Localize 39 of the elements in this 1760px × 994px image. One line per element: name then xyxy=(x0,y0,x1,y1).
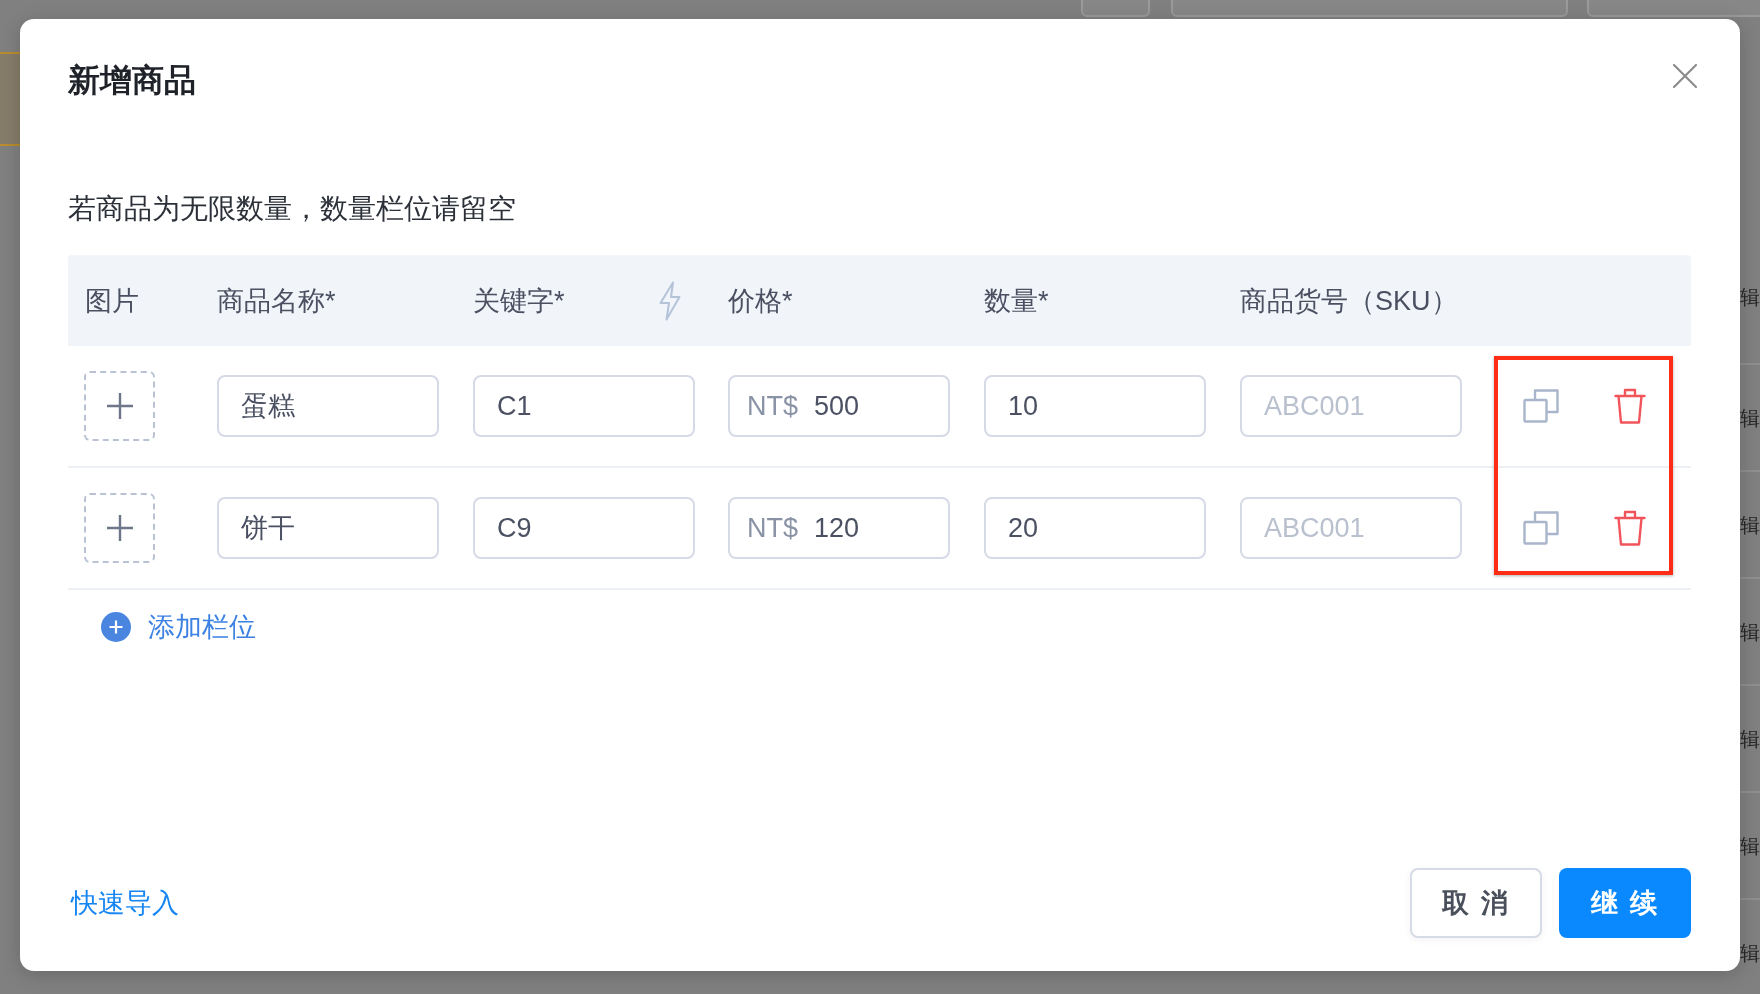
copy-icon[interactable] xyxy=(1523,389,1559,423)
plus-icon xyxy=(106,515,133,541)
lightning-icon[interactable] xyxy=(658,280,682,321)
image-upload-button[interactable] xyxy=(84,493,155,563)
cancel-button[interactable]: 取 消 xyxy=(1410,868,1542,938)
image-upload-button[interactable] xyxy=(84,371,155,441)
column-header: 数量* xyxy=(984,284,1049,318)
trash-icon[interactable] xyxy=(1614,510,1646,546)
background-text: 辑 xyxy=(1740,512,1760,537)
sku-field[interactable]: ABC001 xyxy=(1240,497,1462,559)
background-text: 辑 xyxy=(1740,285,1760,309)
quantity-field[interactable]: 20 xyxy=(984,497,1206,559)
background-text: 辑 xyxy=(1740,405,1760,430)
column-header: 关键字* xyxy=(473,284,565,318)
background-text: 辑 xyxy=(1740,726,1760,751)
column-header: 图片 xyxy=(85,284,139,318)
price-field[interactable]: NT$ 120 xyxy=(728,497,950,559)
plus-circle-icon xyxy=(101,612,131,642)
trash-icon[interactable] xyxy=(1614,388,1646,424)
column-header: 商品货号（SKU） xyxy=(1240,284,1458,318)
background-text: 辑 xyxy=(1740,940,1760,965)
keyword-field[interactable]: C1 xyxy=(473,375,695,437)
close-icon[interactable] xyxy=(1672,63,1698,89)
price-field[interactable]: NT$ 500 xyxy=(728,375,950,437)
name-field[interactable]: 蛋糕 xyxy=(217,375,439,437)
keyword-field[interactable]: C9 xyxy=(473,497,695,559)
background-text: 辑 xyxy=(1740,619,1760,644)
column-header: 商品名称* xyxy=(217,284,336,318)
plus-icon xyxy=(106,393,133,419)
quantity-field[interactable]: 10 xyxy=(984,375,1206,437)
background-text: 辑 xyxy=(1740,833,1760,858)
name-field[interactable]: 饼干 xyxy=(217,497,439,559)
add-row-button[interactable]: 添加栏位 xyxy=(101,610,256,644)
column-header: 价格* xyxy=(728,284,793,318)
copy-icon[interactable] xyxy=(1523,511,1559,545)
hint-text: 若商品为无限数量，数量栏位请留空 xyxy=(68,192,516,226)
quick-import-link[interactable]: 快速导入 xyxy=(71,886,179,920)
sku-field[interactable]: ABC001 xyxy=(1240,375,1462,437)
dialog-title: 新增商品 xyxy=(68,61,196,100)
